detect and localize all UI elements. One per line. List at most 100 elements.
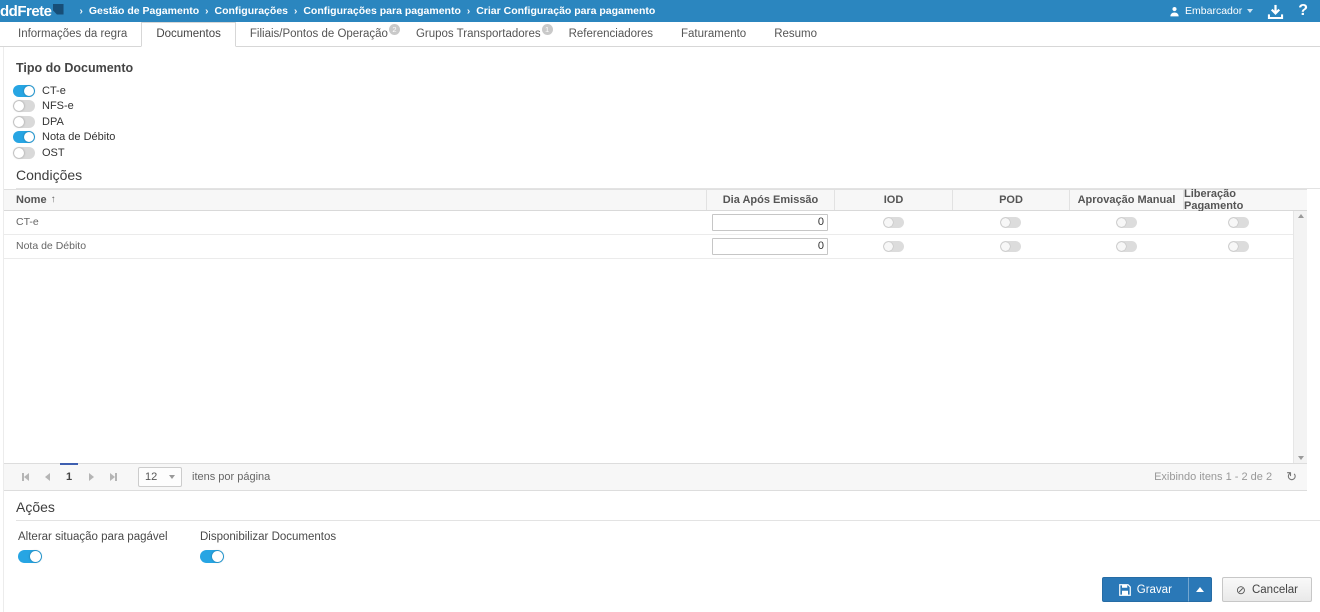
download-icon[interactable] (1267, 4, 1284, 19)
tab-badge: 1 (541, 24, 553, 35)
action-item: Alterar situação para pagável (18, 531, 200, 563)
breadcrumb-item[interactable]: Configurações (214, 5, 288, 17)
disponibilizar-documentos-toggle[interactable] (200, 549, 224, 563)
user-menu[interactable]: Embarcador (1169, 5, 1254, 17)
cancel-button[interactable]: ⊘ Cancelar (1221, 577, 1312, 602)
toggle-knob (1116, 241, 1126, 251)
page-number-button[interactable]: 1 (58, 462, 80, 490)
column-header-aprovacao-manual[interactable]: Aprovação Manual (1069, 189, 1183, 210)
column-label: Liberação Pagamento (1184, 187, 1244, 212)
column-header-liberacao-pagamento[interactable]: Liberação Pagamento (1183, 187, 1293, 212)
column-header-iod[interactable]: IOD (834, 189, 952, 210)
app-logo[interactable]: ddFrete (0, 3, 64, 20)
action-label: Alterar situação para pagável (18, 530, 168, 543)
tab-documentos[interactable]: Documentos (141, 22, 236, 47)
toggle-knob (1001, 241, 1010, 251)
table-row: CT-e (4, 211, 1293, 235)
nota-de-debito-toggle[interactable] (13, 131, 35, 144)
conditions-section-title: Condições (16, 167, 1320, 189)
action-label: Disponibilizar Documentos (200, 530, 337, 543)
aprovacao-manual-toggle[interactable] (1115, 216, 1137, 228)
save-button[interactable]: Gravar (1101, 577, 1188, 602)
last-page-button[interactable] (102, 466, 124, 488)
pod-toggle[interactable] (1000, 216, 1021, 228)
next-page-button[interactable] (80, 466, 102, 488)
toggle-knob (1228, 217, 1238, 227)
aprovacao-manual-cell (1069, 216, 1183, 228)
tab-faturamento[interactable]: Faturamento (667, 23, 760, 46)
grid-pager: 1 12 itens por página Exibindo itens 1 -… (4, 462, 1307, 491)
column-header-dia-apos-emissao[interactable]: Dia Após Emissão (706, 189, 834, 210)
breadcrumb-separator: › (79, 5, 83, 17)
iod-cell (834, 216, 952, 228)
dpa-toggle[interactable] (13, 115, 35, 128)
tab-label: Faturamento (681, 28, 747, 40)
top-bar: ddFrete › Gestão de Pagamento › Configur… (0, 0, 1320, 22)
iod-toggle[interactable] (882, 216, 904, 228)
document-type-label: DPA (42, 115, 64, 128)
document-type-label: NFS-e (42, 100, 74, 113)
breadcrumb-item[interactable]: Gestão de Pagamento (89, 5, 199, 17)
toggle-knob (14, 116, 24, 127)
grid-scrollbar[interactable] (1293, 210, 1307, 463)
first-page-button[interactable] (14, 466, 36, 488)
dia-apos-emissao-cell (706, 237, 834, 255)
save-button-label: Gravar (1136, 583, 1172, 596)
breadcrumb-separator: › (205, 5, 209, 17)
pod-toggle[interactable] (1000, 240, 1021, 252)
user-menu-label: Embarcador (1185, 5, 1243, 17)
help-icon[interactable]: ? (1298, 2, 1308, 20)
column-label: Nome (16, 193, 47, 206)
document-type-label: CT-e (42, 84, 66, 97)
refresh-icon[interactable]: ↻ (1286, 469, 1297, 485)
chevron-down-icon (169, 474, 175, 479)
tab-label: Informações da regra (18, 28, 128, 40)
breadcrumb-separator: › (294, 5, 298, 17)
liberacao-pagamento-cell (1183, 216, 1293, 228)
toggle-knob (24, 85, 34, 96)
ct-e-toggle[interactable] (13, 84, 35, 97)
breadcrumb-item[interactable]: Configurações para pagamento (303, 5, 461, 17)
column-label: IOD (883, 193, 904, 206)
column-header-nome[interactable]: Nome ↑ (4, 190, 706, 210)
actions-section-title: Ações (16, 499, 1320, 521)
column-header-pod[interactable]: POD (952, 189, 1069, 210)
liberacao-pagamento-toggle[interactable] (1227, 216, 1249, 228)
tab-label: Documentos (156, 28, 221, 40)
tab-referenciadores[interactable]: Referenciadores (555, 23, 667, 46)
toggle-knob (1001, 217, 1010, 227)
save-icon (1118, 583, 1131, 596)
chevron-down-icon (1247, 9, 1254, 13)
tab-grupos-transportadores[interactable]: Grupos Transportadores 1 (402, 23, 555, 46)
documents-tab-content: Tipo do Documento CT-e NFS-e DPA Nota de… (0, 61, 1320, 563)
column-label: Aprovação Manual (1077, 193, 1176, 206)
scroll-up-icon[interactable] (1297, 213, 1304, 218)
tab-badge: 2 (388, 24, 400, 35)
tab-resumo[interactable]: Resumo (760, 23, 831, 46)
tab-filiais-pontos-de-operacao[interactable]: Filiais/Pontos de Operação 2 (236, 23, 402, 46)
nfs-e-toggle[interactable] (13, 100, 35, 113)
aprovacao-manual-cell (1069, 240, 1183, 252)
pod-cell (952, 216, 1069, 228)
document-type-section-title: Tipo do Documento (16, 61, 134, 75)
iod-toggle[interactable] (882, 240, 904, 252)
dia-apos-emissao-input[interactable] (712, 237, 828, 255)
aprovacao-manual-toggle[interactable] (1115, 240, 1137, 252)
footer-actions: Gravar ⊘ Cancelar (1101, 577, 1312, 602)
save-options-button[interactable] (1187, 577, 1212, 602)
toggle-knob (14, 147, 24, 158)
tab-informacoes-da-regra[interactable]: Informações da regra (4, 23, 141, 46)
liberacao-pagamento-cell (1183, 240, 1293, 252)
alterar-situacao-toggle[interactable] (18, 549, 42, 563)
grid-header: Nome ↑ Dia Após Emissão IOD POD Aprovaçã… (4, 187, 1307, 212)
ost-toggle[interactable] (13, 146, 35, 159)
dia-apos-emissao-input[interactable] (712, 213, 828, 231)
liberacao-pagamento-toggle[interactable] (1227, 240, 1249, 252)
page-size-select[interactable]: 12 (138, 466, 182, 487)
cancel-icon: ⊘ (1235, 582, 1246, 597)
scroll-down-icon[interactable] (1297, 455, 1304, 460)
breadcrumb: › Gestão de Pagamento › Configurações › … (74, 5, 656, 17)
previous-page-button[interactable] (36, 466, 58, 488)
payment-configuration-page: ddFrete › Gestão de Pagamento › Configur… (0, 0, 1320, 612)
items-per-page-label: itens por página (192, 470, 271, 483)
